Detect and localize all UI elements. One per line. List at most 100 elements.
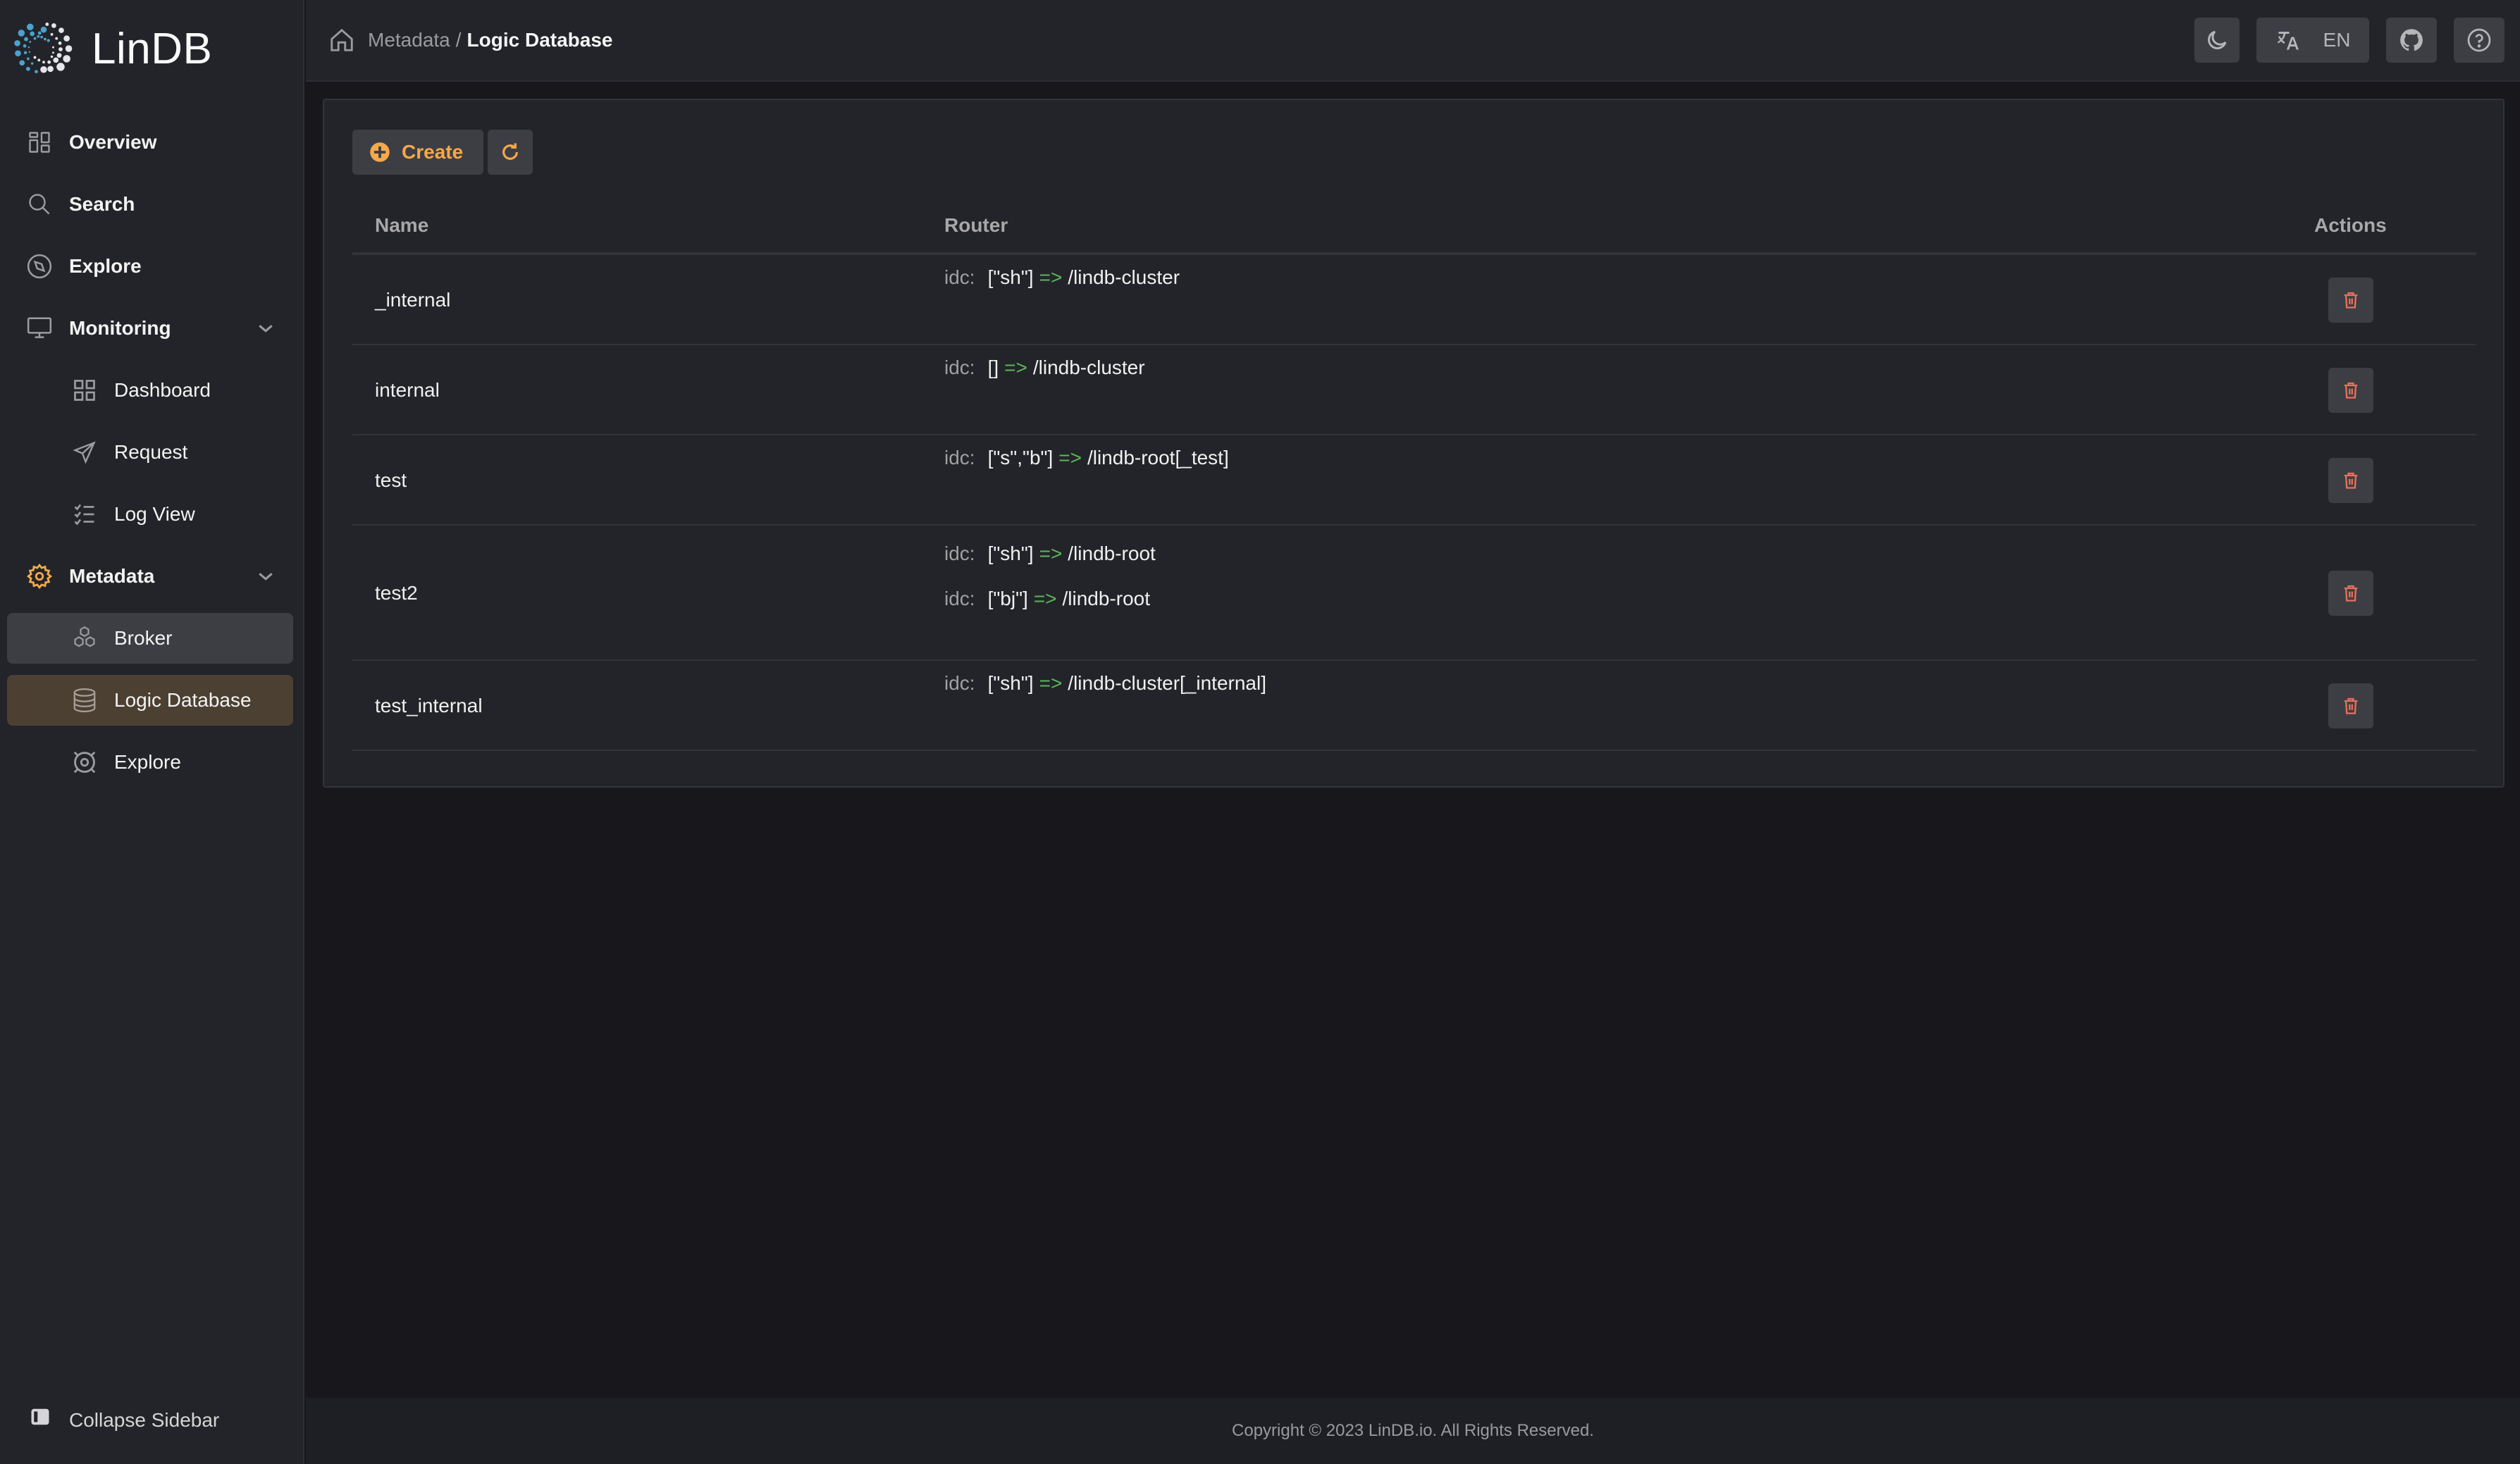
router-cell: idc: [] =>/lindb-cluster: [944, 345, 1145, 390]
database-name: test2: [375, 582, 418, 604]
sidebar-item-label: Monitoring: [69, 317, 171, 339]
route-entry: idc: [] =>/lindb-cluster: [944, 345, 1145, 390]
sidebar-item-metadata[interactable]: Metadata: [7, 551, 293, 602]
route-entry: idc: ["sh"] =>/lindb-cluster[_internal]: [944, 661, 1266, 706]
route-target: /lindb-cluster: [1032, 356, 1145, 378]
github-icon: [2400, 29, 2423, 51]
column-header-router: Router: [944, 214, 1008, 236]
checklist-icon: [70, 500, 99, 528]
breadcrumb-current: Logic Database: [467, 29, 613, 51]
breadcrumb-separator: /: [455, 29, 462, 51]
delete-button[interactable]: [2328, 278, 2373, 323]
sidebar-item-label: Overview: [69, 131, 157, 153]
delete-button[interactable]: [2328, 571, 2373, 616]
language-button[interactable]: EN: [2256, 18, 2369, 63]
sidebar-item-broker[interactable]: Broker: [7, 613, 293, 664]
router-cell: idc: ["sh"] =>/lindb-root idc: ["bj"] =>/lind…: [944, 531, 1156, 621]
app-name: LinDB: [92, 24, 213, 73]
theme-toggle-button[interactable]: [2194, 18, 2240, 63]
sidebar-item-label: Dashboard: [114, 379, 211, 401]
overview-icon: [25, 128, 54, 156]
sidebar-item-monitoring[interactable]: Monitoring: [7, 303, 293, 354]
logo[interactable]: LinDB: [10, 17, 212, 80]
route-value: ["bj"]: [987, 588, 1028, 609]
translate-icon: [2277, 32, 2299, 50]
sidebar-item-dashboard[interactable]: Dashboard: [7, 365, 293, 416]
help-button[interactable]: [2454, 18, 2504, 63]
table-row: test2 idc: ["sh"] =>/lindb-root idc: ["bj"] =>…: [352, 526, 2476, 661]
sidebar-item-label: Explore: [114, 751, 181, 773]
search-icon: [25, 190, 54, 218]
table-row: internal idc: [] =>/lindb-cluster: [352, 345, 2476, 435]
breadcrumb-metadata[interactable]: Metadata: [368, 29, 450, 51]
delete-button[interactable]: [2328, 368, 2373, 413]
sidebar-item-log-view[interactable]: Log View: [7, 489, 293, 540]
route-key: idc:: [944, 266, 975, 288]
create-button[interactable]: Create: [352, 130, 483, 175]
sidebar-item-explore[interactable]: Explore: [7, 241, 293, 292]
column-header-actions: Actions: [2314, 214, 2387, 236]
sidebar-item-overview[interactable]: Overview: [7, 117, 293, 168]
send-icon: [70, 438, 99, 466]
chevron-down-icon[interactable]: [255, 566, 276, 587]
sidebar-item-label: Metadata: [69, 565, 155, 587]
collapse-sidebar-label: Collapse Sidebar: [69, 1409, 220, 1431]
github-button[interactable]: [2386, 18, 2437, 63]
route-key: idc:: [944, 542, 975, 564]
hexagons-icon: [70, 624, 99, 652]
copyright-text: Copyright © 2023 LinDB.io. All Rights Re…: [1232, 1421, 1594, 1440]
route-target: /lindb-cluster[_internal]: [1068, 672, 1266, 694]
logic-database-table: Name Router Actions _internal idc: ["sh"] =…: [352, 200, 2476, 751]
table-row: test idc: ["s","b"] =>/lindb-root[_test]: [352, 435, 2476, 526]
trash-icon: [2341, 583, 2361, 603]
route-key: idc:: [944, 672, 975, 694]
route-key: idc:: [944, 356, 975, 378]
sidebar-item-label: Search: [69, 193, 135, 215]
sidebar-item-logic-database[interactable]: Logic Database: [7, 675, 293, 726]
delete-button[interactable]: [2328, 683, 2373, 728]
column-header-name[interactable]: Name: [375, 214, 428, 237]
route-arrow: =>: [1033, 588, 1057, 609]
trash-icon: [2341, 380, 2361, 400]
delete-button[interactable]: [2328, 458, 2373, 503]
table-header: Name Router Actions: [352, 200, 2476, 255]
create-label: Create: [402, 141, 464, 163]
collapse-sidebar-button[interactable]: Collapse Sidebar: [7, 1395, 293, 1446]
route-entry: idc: ["sh"] =>/lindb-root: [944, 531, 1156, 576]
toolbar: Create: [352, 130, 533, 175]
route-entry: idc: ["s","b"] =>/lindb-root[_test]: [944, 435, 1229, 480]
moon-icon: [2208, 30, 2227, 49]
database-icon: [70, 686, 99, 714]
plus-circle-icon: [370, 142, 390, 162]
database-name: test_internal: [375, 695, 483, 717]
route-target: /lindb-root: [1068, 542, 1156, 564]
gear-icon: [25, 562, 54, 590]
home-icon[interactable]: [328, 27, 355, 54]
help-icon: [2467, 28, 2491, 52]
table-row: test_internal idc: ["sh"] =>/lindb-cluster[…: [352, 661, 2476, 751]
database-name: test: [375, 469, 407, 491]
language-label: EN: [2323, 29, 2351, 51]
route-value: ["sh"]: [987, 542, 1034, 564]
footer: Copyright © 2023 LinDB.io. All Rights Re…: [306, 1398, 2520, 1464]
route-target: /lindb-root: [1062, 588, 1151, 609]
sidebar: LinDB Overview Search Explore Monitoring…: [0, 0, 304, 1464]
lindb-logo-icon: [14, 23, 73, 74]
refresh-button[interactable]: [488, 130, 533, 175]
dashboard-icon: [70, 376, 99, 404]
target-icon: [70, 748, 99, 776]
compass-icon: [25, 252, 54, 280]
logic-database-panel: Create Name Router Actions _internal idc:…: [323, 99, 2504, 788]
table-row: _internal idc: ["sh"] =>/lindb-cluster: [352, 255, 2476, 345]
monitor-icon: [25, 314, 54, 342]
sidebar-item-label: Request: [114, 441, 188, 463]
chevron-down-icon[interactable]: [255, 318, 276, 339]
sidebar-item-metadata-explore[interactable]: Explore: [7, 737, 293, 788]
route-entry: idc: ["bj"] =>/lindb-root: [944, 576, 1156, 621]
route-arrow: =>: [1039, 672, 1063, 694]
sidebar-toggle-icon: [30, 1406, 58, 1434]
sidebar-item-request[interactable]: Request: [7, 427, 293, 478]
header: Metadata / Logic Database EN: [306, 0, 2520, 82]
sidebar-item-search[interactable]: Search: [7, 179, 293, 230]
sidebar-item-label: Broker: [114, 627, 173, 649]
